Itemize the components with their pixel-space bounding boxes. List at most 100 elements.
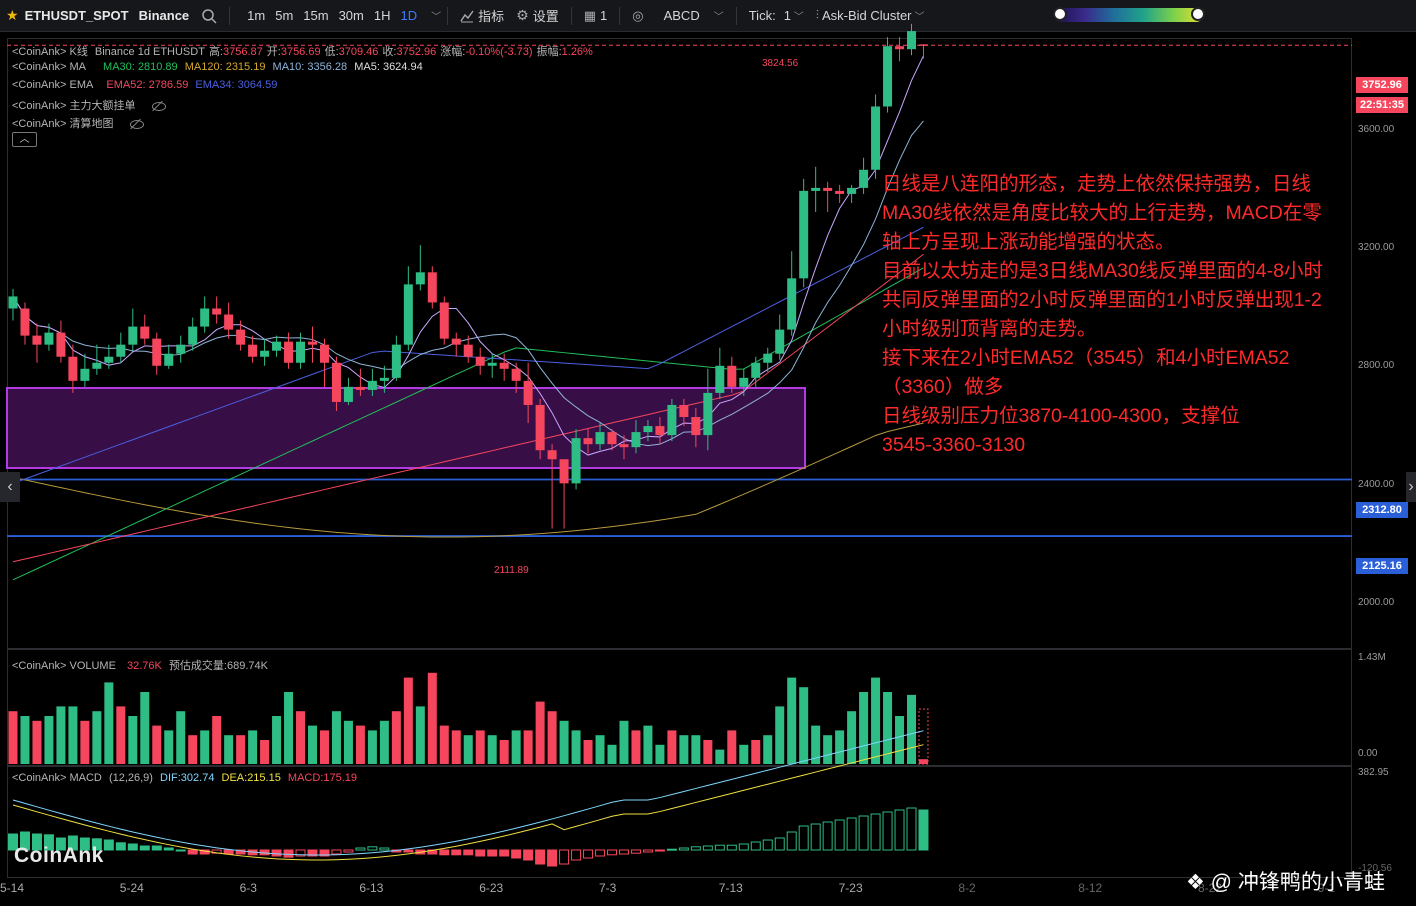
eye-hidden-icon[interactable] (129, 119, 145, 130)
macd-histogram-bar (127, 843, 138, 851)
candle-body (331, 362, 341, 402)
macd-histogram-bar (355, 847, 366, 851)
horizontal-line-price-tag[interactable]: 2312.80 (1356, 502, 1408, 518)
candle-body (535, 404, 545, 451)
volume-estimate: 预估成交量:689.74K (168, 660, 268, 672)
volume-bar (523, 730, 533, 764)
volume-bar (8, 711, 18, 764)
volume-bar (308, 725, 317, 764)
ema52-value: EMA52: 2786.59 (106, 79, 189, 91)
macd-histogram-bar (583, 849, 594, 859)
annotation-line: 小时级别顶背离的走势。 (882, 318, 1097, 340)
macd-histogram-bar (559, 849, 570, 865)
volume-bar (116, 706, 126, 764)
candle-body (918, 44, 928, 46)
volume-bar (68, 706, 78, 764)
macd-histogram-bar (906, 807, 917, 851)
macd-histogram-bar (283, 849, 294, 858)
liquidation-legend[interactable]: <CoinAnk> 清算地图 (12, 115, 149, 131)
orders-legend[interactable]: <CoinAnk> 主力大额挂单 (12, 97, 171, 113)
ma30-value: MA30: 2810.89 (103, 61, 178, 73)
price-axis-label: 3600.00 (1358, 124, 1395, 135)
candle-body (787, 278, 797, 330)
time-axis-label: 5-14 (0, 881, 25, 895)
candle-body (475, 356, 485, 366)
candle-body (775, 329, 785, 354)
macd-histogram-bar (786, 831, 797, 851)
macd-histogram-bar (726, 844, 737, 851)
time-axis-label: 7-13 (718, 881, 743, 895)
macd-histogram-bar (894, 809, 905, 851)
macd-histogram-bar (139, 845, 150, 851)
volume-bar (80, 720, 90, 764)
macd-legend-title: <CoinAnk> MACD (12, 772, 102, 784)
candle-body (799, 190, 809, 279)
eye-hidden-icon[interactable] (151, 101, 167, 112)
volume-bar (451, 730, 461, 764)
macd-histogram-bar (690, 846, 701, 851)
volume-bar (475, 730, 485, 764)
kline-legend: <CoinAnk> K线 Binance 1d ETHUSDT 高:3756.87… (12, 43, 597, 59)
candle-body (523, 380, 533, 405)
volume-bar (164, 730, 174, 764)
candle-body (871, 106, 881, 170)
kline-legend-detail: Binance 1d ETHUSDT (94, 46, 205, 58)
candle-body (751, 362, 761, 378)
candle-body (272, 341, 282, 351)
low-label: 低: (324, 46, 339, 58)
macd-histogram-bar (774, 837, 785, 851)
horizontal-line-price-tag[interactable]: 2125.16 (1356, 558, 1408, 574)
annotation-line: MA30线依然是角度比较大的上行走势，MACD在零 (882, 202, 1322, 224)
volume-bar (296, 711, 306, 764)
time-axis-label: 5-24 (119, 881, 144, 895)
amplitude-value: 1.26% (561, 46, 593, 58)
macd-axis-top: 382.95 (1358, 767, 1389, 778)
close-value: 3752.96 (396, 46, 437, 58)
collapse-legend-button[interactable]: ︿ (12, 132, 37, 147)
volume-bar (284, 692, 294, 764)
candle-body (463, 344, 473, 357)
scroll-right-icon[interactable]: › (1406, 472, 1416, 502)
candle-body (667, 404, 677, 436)
candle-body (415, 272, 425, 285)
candle-body (583, 438, 593, 445)
candle-body (835, 190, 845, 194)
candle-body (847, 187, 857, 194)
volume-bar (595, 735, 605, 764)
candle-body (571, 438, 581, 484)
scroll-left-icon[interactable]: ‹ (0, 472, 20, 502)
candle-body (284, 341, 294, 363)
volume-bar (859, 692, 869, 764)
volume-bar (487, 735, 497, 764)
volume-legend: <CoinAnk> VOLUME 32.76K 预估成交量:689.74K (12, 657, 272, 673)
volume-bar (188, 735, 198, 764)
volume-axis-top: 1.43M (1358, 652, 1386, 663)
volume-bar (200, 730, 210, 764)
volume-bar (212, 716, 222, 764)
change-value: -0.10%(-3.73) (465, 46, 533, 58)
candle-body (823, 187, 833, 191)
volume-bar (272, 716, 282, 764)
volume-bar (20, 716, 30, 764)
low-value: 3709.46 (338, 46, 379, 58)
macd-value: MACD:175.19 (287, 772, 357, 784)
candle-body (367, 380, 377, 390)
candle-body (511, 368, 521, 381)
volume-bar (427, 672, 437, 764)
candle-body (715, 365, 725, 393)
coinank-watermark: CoinAnk (14, 844, 104, 867)
annotation-line: 3545-3360-3130 (882, 434, 1026, 456)
volume-bar (703, 740, 713, 764)
volume-bar (140, 692, 150, 764)
candle-body (619, 444, 629, 448)
volume-bar (367, 730, 377, 764)
author-name: 冲锋鸭的小青蛙 (1237, 871, 1385, 894)
volume-bar (691, 735, 701, 764)
volume-bar (248, 730, 258, 764)
macd-legend: <CoinAnk> MACD (12,26,9) DIF:302.74 DEA:… (12, 772, 361, 784)
volume-axis-bottom: 0.00 (1358, 748, 1378, 759)
macd-histogram-bar (367, 846, 378, 851)
candle-body (128, 326, 138, 345)
price-axis-label: 2400.00 (1358, 479, 1395, 490)
author-logo-icon: ❖ (1186, 871, 1205, 894)
